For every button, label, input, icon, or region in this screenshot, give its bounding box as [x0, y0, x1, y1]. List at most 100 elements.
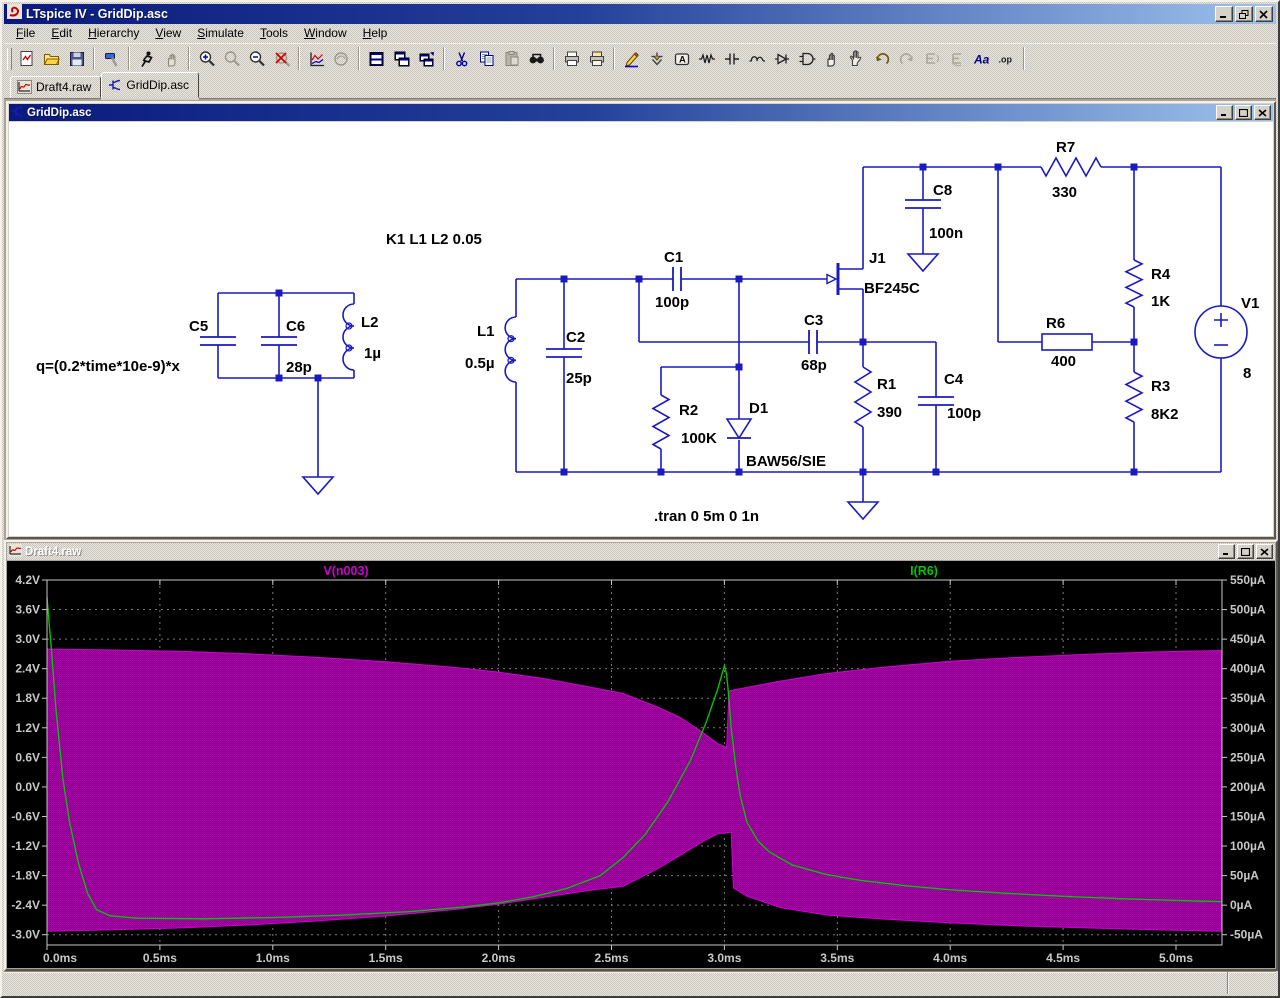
toolbar-autorange-button[interactable] [304, 46, 329, 71]
waveform-maximize-button[interactable] [1237, 544, 1254, 559]
menu-file[interactable]: File [8, 24, 43, 43]
toolbar-text-button[interactable]: Aa [969, 46, 994, 71]
schematic-drawing[interactable]: C5 C6 28p L2 1µ L1 0.5µ C2 25p C1 100p C3 68p R2 100K D… [9, 122, 1273, 536]
toolbar-tile-horizontal-button[interactable] [364, 46, 389, 71]
schematic-maximize-button[interactable] [1235, 105, 1252, 120]
toolbar-cut-button[interactable] [449, 46, 474, 71]
component-C1[interactable]: C1 100p [655, 249, 689, 311]
menu-hierarchy[interactable]: Hierarchy [80, 24, 147, 43]
toolbar-rotate-button[interactable] [944, 46, 969, 71]
menu-simulate[interactable]: Simulate [189, 24, 252, 43]
toolbar-save-button[interactable] [64, 46, 89, 71]
component-R1[interactable]: R1 390 [853, 366, 902, 428]
restore-button[interactable] [1235, 6, 1253, 22]
toolbar-copy-button[interactable] [474, 46, 499, 71]
toolbar-separator [613, 47, 615, 70]
component-V1[interactable]: V1 8 [1194, 295, 1259, 382]
toolbar-mirror-button[interactable] [919, 46, 944, 71]
toolbar-diode-button[interactable] [769, 46, 794, 71]
component-C8[interactable]: C8 100n [905, 182, 963, 242]
toolbar-open-button[interactable] [39, 46, 64, 71]
toolbar-cascade-button[interactable] [414, 46, 439, 71]
toolbar-new-schematic-button[interactable] [14, 46, 39, 71]
toolbar-separator [1023, 47, 1025, 70]
toolbar-find-button[interactable] [524, 46, 549, 71]
toolbar-move-button[interactable] [819, 46, 844, 71]
right-axis-tick-label: 300µA [1230, 721, 1266, 735]
ground-symbol[interactable] [846, 501, 880, 521]
waveform-plot[interactable]: 4.2V 550µA 3.6V 500µA 3.0V 450µA 2.4V 400µA 1.8V… [7, 561, 1275, 968]
schematic-canvas[interactable]: C5 C6 28p L2 1µ L1 0.5µ C2 25p C1 100p C3 68p R2 100K D… [9, 122, 1273, 536]
toolbar-resistor-button[interactable] [694, 46, 719, 71]
toolbar-grip[interactable] [7, 47, 12, 70]
left-axis-tick-label: 2.4V [15, 662, 40, 676]
component-R2[interactable]: R2 100K [651, 394, 717, 450]
toolbar-redo-button[interactable] [894, 46, 919, 71]
toolbar-zoom-full-button[interactable] [269, 46, 294, 71]
toolbar-tile-vertical-button[interactable] [389, 46, 414, 71]
schematic-title-bar[interactable]: GridDip.asc [9, 104, 1273, 121]
toolbar-print-preview-button[interactable] [584, 46, 609, 71]
toolbar-inductor-button[interactable] [744, 46, 769, 71]
minimize-button[interactable] [1215, 6, 1233, 22]
component-R6[interactable]: R6 400 [1041, 315, 1093, 370]
component-L2[interactable]: L2 1µ [342, 303, 381, 371]
menu-edit[interactable]: Edit [43, 24, 80, 43]
menu-help[interactable]: Help [355, 24, 396, 43]
toolbar-print-button[interactable] [559, 46, 584, 71]
menu-tools[interactable]: Tools [252, 24, 296, 43]
toolbar-drag-button[interactable] [844, 46, 869, 71]
legend-I(R6)[interactable]: I(R6) [910, 564, 938, 578]
toolbar-mark-points-button[interactable] [329, 46, 354, 71]
close-button[interactable] [1255, 6, 1273, 22]
schematic-minimize-button[interactable] [1216, 105, 1233, 120]
component-ref-label: C3 [804, 312, 823, 329]
toolbar-separator [128, 47, 130, 70]
component-C2[interactable]: C2 25p [546, 329, 592, 387]
waveform-plot-area[interactable]: 4.2V 550µA 3.6V 500µA 3.0V 450µA 2.4V 400µA 1.8V… [7, 561, 1275, 968]
toolbar-zoom-in-button[interactable] [194, 46, 219, 71]
toolbar-run-button[interactable] [134, 46, 159, 71]
trace-V(n003)[interactable] [46, 648, 1222, 932]
mark-points-icon [333, 51, 348, 66]
component-C6[interactable]: C6 28p [261, 318, 312, 376]
toolbar-halt-button[interactable] [159, 46, 184, 71]
ground-symbol[interactable] [301, 476, 335, 496]
schematic-close-button[interactable] [1254, 105, 1271, 120]
toolbar-spice-directive-button[interactable]: .op [994, 46, 1019, 71]
component-R7[interactable]: R7 330 [1040, 139, 1102, 201]
waveform-title-bar[interactable]: Draft4.raw [7, 543, 1275, 560]
component-C4[interactable]: C4 100p [918, 371, 981, 422]
component-value-label: 1K [1151, 293, 1170, 310]
toolbar-capacitor-button[interactable] [719, 46, 744, 71]
schematic-annotation[interactable]: K1 L1 L2 0.05 [386, 231, 482, 248]
component-R4[interactable]: R4 1K [1124, 259, 1171, 310]
component-R3[interactable]: R3 8K2 [1124, 371, 1179, 423]
toolbar-undo-button[interactable] [869, 46, 894, 71]
schematic-annotation[interactable]: q=(0.2*time*10e-9)*x [36, 358, 180, 375]
toolbar-zoom-out-button[interactable] [244, 46, 269, 71]
component-J1[interactable]: J1 BF245C [826, 250, 920, 297]
toolbar-ground-button[interactable] [644, 46, 669, 71]
component-D1[interactable]: D1 BAW56/SIE [725, 400, 826, 470]
legend-V(n003)[interactable]: V(n003) [323, 564, 368, 578]
toolbar-label-net-button[interactable]: A [669, 46, 694, 71]
component-L1[interactable]: L1 0.5µ [465, 316, 517, 383]
schematic-annotation[interactable]: .tran 0 5m 0 1n [654, 508, 759, 525]
waveform-minimize-button[interactable] [1218, 544, 1235, 559]
tab-draft4-raw[interactable]: Draft4.raw [10, 76, 102, 98]
right-axis-tick-label: 200µA [1230, 780, 1266, 794]
toolbar-control-panel-button[interactable] [99, 46, 124, 71]
toolbar-zoom-pan-button[interactable] [219, 46, 244, 71]
main-title-bar[interactable]: LTspice IV - GridDip.asc [4, 4, 1276, 24]
toolbar-component-button[interactable] [794, 46, 819, 71]
toolbar-wire-button[interactable] [619, 46, 644, 71]
menu-view[interactable]: View [147, 24, 189, 43]
component-C3[interactable]: C3 68p [801, 312, 827, 374]
toolbar-paste-button[interactable] [499, 46, 524, 71]
menu-window[interactable]: Window [296, 24, 355, 43]
ground-symbol[interactable] [906, 253, 940, 273]
component-C5[interactable]: C5 [189, 318, 236, 346]
tab-griddip-asc[interactable]: GridDip.asc [101, 72, 200, 98]
waveform-close-button[interactable] [1256, 544, 1273, 559]
